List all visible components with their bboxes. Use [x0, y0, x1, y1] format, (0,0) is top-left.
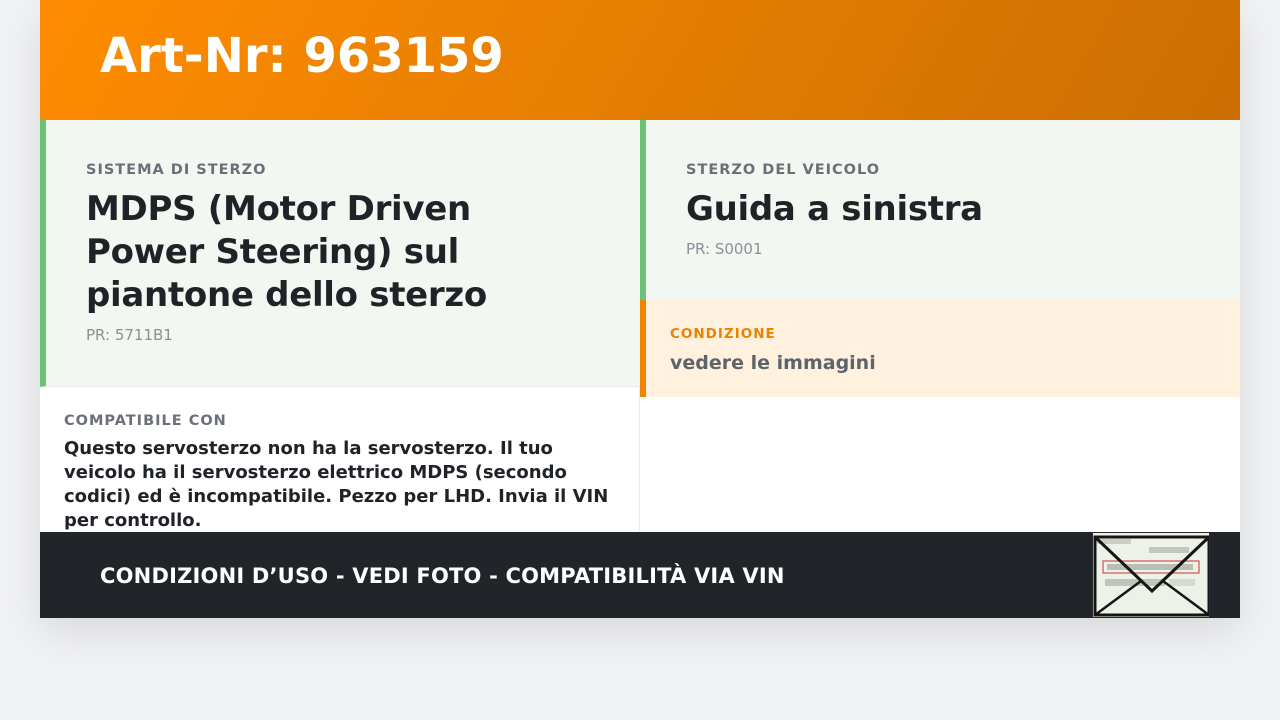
- envelope-icon: [1093, 533, 1209, 617]
- steering-system-panel: SISTEMA DI STERZO MDPS (Motor Driven Pow…: [40, 120, 640, 387]
- compatibility-panel: COMPATIBILE CON Questo servosterzo non h…: [40, 387, 640, 532]
- vehicle-steering-label: STERZO DEL VEICOLO: [686, 162, 881, 178]
- steering-system-value: MDPS (Motor Driven Power Steering) sul p…: [86, 189, 487, 315]
- vehicle-steering-panel: STERZO DEL VEICOLO Guida a sinistra PR: …: [640, 120, 1240, 300]
- footer-bar: CONDIZIONI D’USO - VEDI FOTO - COMPATIBI…: [40, 532, 1240, 618]
- condition-label: CONDIZIONE: [670, 326, 776, 342]
- compatibility-label: COMPATIBILE CON: [64, 413, 227, 429]
- condition-value: vedere le immagini: [670, 352, 876, 374]
- steering-system-label: SISTEMA DI STERZO: [86, 162, 267, 178]
- footer-text: CONDIZIONI D’USO - VEDI FOTO - COMPATIBI…: [100, 564, 785, 588]
- compatibility-text: Questo servosterzo non ha la servosterzo…: [64, 438, 609, 531]
- steering-system-pr-code: PR: 5711B1: [86, 326, 173, 344]
- article-number-title: Art-Nr: 963159: [100, 28, 504, 84]
- vehicle-steering-pr-code: PR: S0001: [686, 240, 763, 258]
- vehicle-steering-value: Guida a sinistra: [686, 189, 983, 229]
- condition-panel: CONDIZIONE vedere le immagini: [640, 300, 1240, 397]
- contact-thumbnail[interactable]: [1092, 532, 1210, 618]
- header-banner: Art-Nr: 963159: [40, 0, 1240, 120]
- product-card: Art-Nr: 963159 SISTEMA DI STERZO MDPS (M…: [40, 0, 1240, 618]
